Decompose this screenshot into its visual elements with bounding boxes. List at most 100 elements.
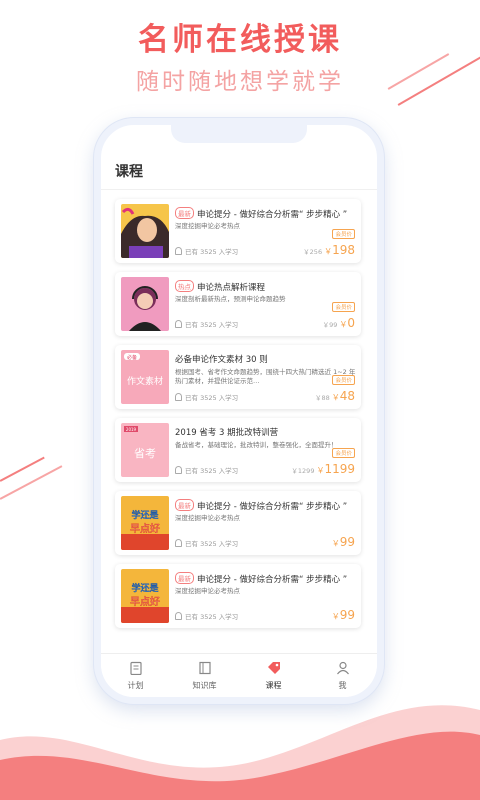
member-price-badge: 会员价 — [332, 448, 355, 458]
course-description: 深度挖掘申论必考热点 — [175, 514, 240, 522]
course-title: 最新 申论提分 - 做好综合分析需“ 步步精心 ” — [175, 207, 361, 220]
member-price-badge: 会员价 — [332, 302, 355, 312]
original-price: ￥1299 — [291, 467, 315, 475]
student-count-text: 已有 3525 入学习 — [185, 394, 239, 402]
tab-label: 计划 — [127, 680, 144, 690]
price: ￥99 — [332, 604, 355, 623]
course-card[interactable]: 热点 申论热点解析课程深度剖析最新热点，预测申论命题趋势已有 3525 入学习 会员… — [115, 272, 361, 336]
course-thumbnail: 学还是 早点好 — [121, 569, 169, 623]
price: ￥1299 ￥1199 — [291, 458, 355, 477]
course-title-text: 申论提分 - 做好综合分析需“ 步步精心 ” — [197, 210, 348, 220]
course-title: 最新 申论提分 - 做好综合分析需“ 步步精心 ” — [175, 499, 361, 512]
price: ￥256 ￥198 — [303, 239, 355, 258]
person-icon — [336, 661, 350, 680]
course-title: 必备申论作文素材 30 则 — [175, 353, 361, 365]
price: ￥99 — [332, 531, 355, 550]
course-thumbnail: 学还是 早点好 — [121, 496, 169, 550]
course-description: 深度挖掘申论必考热点 — [175, 222, 240, 230]
price: ￥99 ￥0 — [323, 312, 355, 331]
member-price-badge: 会员价 — [332, 375, 355, 385]
current-price: 1199 — [324, 462, 355, 476]
course-title-text: 申论提分 - 做好综合分析需“ 步步精心 ” — [197, 502, 348, 512]
course-card[interactable]: 最新 申论提分 - 做好综合分析需“ 步步精心 ” 深度挖掘申论必考热点已有 352… — [115, 199, 361, 263]
currency-symbol: ￥ — [331, 393, 340, 402]
tab-clipboard[interactable]: 计划 — [101, 654, 170, 697]
student-count: 已有 3525 入学习 — [175, 319, 238, 329]
course-card[interactable]: 学还是 早点好 最新 申论提分 - 做好综合分析需“ 步步精心 ” 深度挖掘申论必考热… — [115, 564, 361, 628]
tag-icon — [267, 661, 281, 680]
tab-bar: 计划 知识库 课程 我 — [101, 653, 377, 697]
student-count-text: 已有 3525 入学习 — [185, 248, 239, 256]
svg-text:作文素材: 作文素材 — [127, 375, 163, 387]
student-count: 已有 3525 入学习 — [175, 392, 238, 402]
student-count: 已有 3525 入学习 — [175, 465, 238, 475]
phone-notch — [171, 125, 307, 143]
course-thumbnail: 必备 作文素材 — [121, 350, 169, 404]
tab-label: 知识库 — [192, 680, 217, 690]
student-count-text: 已有 3525 入学习 — [185, 540, 239, 548]
student-count-text: 已有 3525 入学习 — [185, 613, 239, 621]
course-title-text: 申论提分 - 做好综合分析需“ 步步精心 ” — [197, 575, 348, 585]
currency-symbol: ￥ — [331, 612, 340, 621]
price: ￥88 ￥48 — [315, 385, 355, 404]
phone-frame: 课程 最新 申论提分 - 做好综合分析需“ 步步精心 ” 深度挖掘申论必考热点 已有 … — [94, 118, 384, 704]
student-count-text: 已有 3525 入学习 — [185, 321, 239, 329]
svg-text:2019: 2019 — [126, 427, 137, 432]
course-tag: 最新 — [175, 572, 194, 584]
course-tag: 最新 — [175, 499, 194, 511]
currency-symbol: ￥ — [331, 539, 340, 548]
course-description: 深度挖掘申论必考热点 — [175, 587, 240, 595]
member-price-badge: 会员价 — [332, 229, 355, 239]
student-count: 已有 3525 入学习 — [175, 538, 238, 548]
original-price: ￥88 — [314, 394, 330, 402]
svg-text:学还是: 学还是 — [131, 582, 158, 594]
tab-person[interactable]: 我 — [308, 654, 377, 697]
course-thumbnail — [121, 204, 169, 258]
currency-symbol: ￥ — [324, 247, 333, 256]
student-count-text: 已有 3525 入学习 — [185, 467, 239, 475]
tab-book[interactable]: 知识库 — [170, 654, 239, 697]
current-price: 48 — [339, 389, 355, 403]
divider — [101, 189, 377, 190]
subline: 随时随地想学就学 — [136, 69, 344, 95]
student-icon — [175, 393, 182, 401]
original-price: ￥99 — [322, 321, 338, 329]
svg-text:学还是: 学还是 — [131, 509, 158, 521]
student-count: 已有 3525 入学习 — [175, 246, 238, 256]
tab-label: 课程 — [265, 680, 282, 690]
course-title-text: 2019 省考 3 期批改特训营 — [175, 428, 279, 438]
svg-text:早点好: 早点好 — [130, 523, 160, 535]
original-price: ￥256 — [303, 248, 323, 256]
page-title: 课程 — [115, 164, 143, 180]
svg-text:省考: 省考 — [134, 447, 156, 460]
course-thumbnail — [121, 277, 169, 331]
current-price: 99 — [339, 608, 355, 622]
course-title: 热点 申论热点解析课程 — [175, 280, 361, 293]
clipboard-icon — [129, 661, 143, 680]
course-card[interactable]: 2019 省考 2019 省考 3 期批改特训营备战省考，基础理论，批改特训，整卷… — [115, 418, 361, 482]
course-title: 最新 申论提分 - 做好综合分析需“ 步步精心 ” — [175, 572, 361, 585]
course-card[interactable]: 学还是 早点好 最新 申论提分 - 做好综合分析需“ 步步精心 ” 深度挖掘申论必考热… — [115, 491, 361, 555]
course-thumbnail: 2019 省考 — [121, 423, 169, 477]
course-tag: 最新 — [175, 207, 194, 219]
student-count: 已有 3525 入学习 — [175, 611, 238, 621]
course-title-text: 申论热点解析课程 — [197, 283, 266, 293]
svg-text:必备: 必备 — [127, 354, 137, 361]
tab-label: 我 — [338, 680, 347, 690]
tab-tag[interactable]: 课程 — [239, 654, 308, 697]
book-icon — [198, 661, 212, 680]
student-icon — [175, 612, 182, 620]
course-description: 备战省考，基础理论，批改特训，整卷强化，全面提升！ — [175, 441, 338, 449]
course-title-text: 必备申论作文素材 30 则 — [175, 355, 268, 365]
student-icon — [175, 539, 182, 547]
course-title: 2019 省考 3 期批改特训营 — [175, 426, 361, 438]
course-description: 深度剖析最新热点，预测申论命题趋势 — [175, 295, 286, 303]
current-price: 0 — [347, 316, 355, 330]
student-icon — [175, 466, 182, 474]
student-icon — [175, 247, 182, 255]
course-description: 根据国考、省考作文命题趋势，围绕十四大热门精选近 1~2 年热门素材，并提供论证… — [175, 368, 356, 385]
svg-text:早点好: 早点好 — [130, 596, 160, 608]
headline: 名师在线授课 — [138, 22, 342, 58]
course-list: 最新 申论提分 - 做好综合分析需“ 步步精心 ” 深度挖掘申论必考热点 已有 352… — [115, 199, 365, 637]
course-card[interactable]: 必备 作文素材 必备申论作文素材 30 则根据国考、省考作文命题趋势，围绕十四大热… — [115, 345, 361, 409]
